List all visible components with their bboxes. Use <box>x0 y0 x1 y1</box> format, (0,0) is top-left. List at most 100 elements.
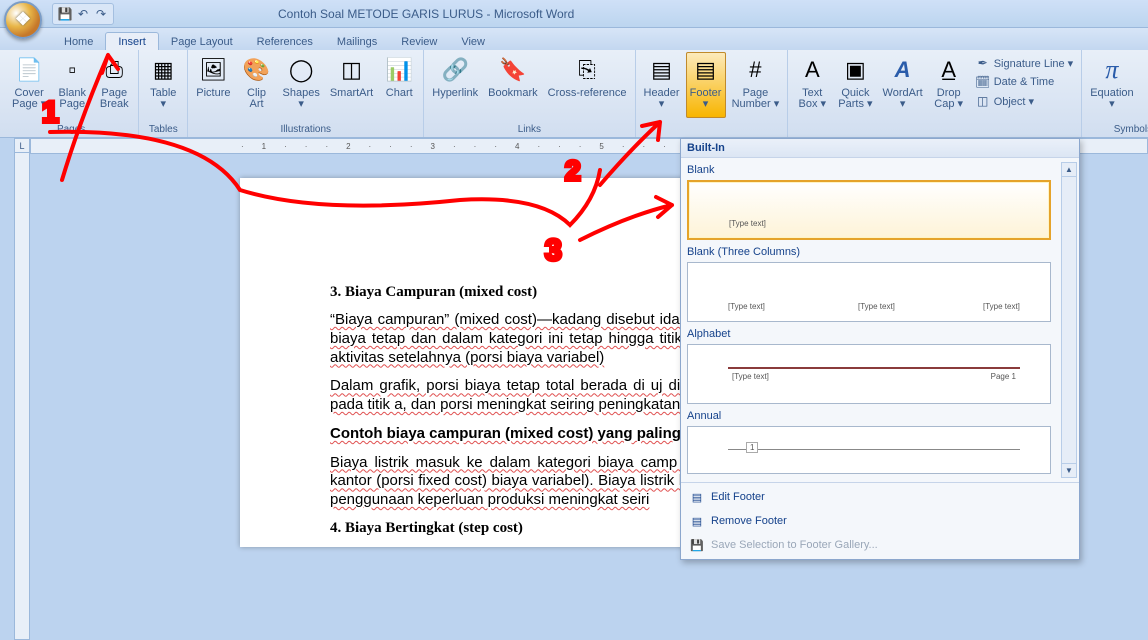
tab-references[interactable]: References <box>245 33 325 50</box>
equation-button[interactable]: πEquation ▾ <box>1086 52 1137 118</box>
smartart-icon: ◫ <box>336 54 368 86</box>
equation-icon: π <box>1096 54 1128 86</box>
gallery-item-alphabet[interactable]: [Type text] Page 1 <box>687 344 1051 404</box>
table-button[interactable]: ▦Table ▾ <box>143 52 183 118</box>
bookmark-icon: 🔖 <box>497 54 529 86</box>
quick-parts-button[interactable]: ▣Quick Parts ▾ <box>834 52 876 118</box>
header-icon: ▤ <box>646 54 678 86</box>
gallery-body: ▲ ▼ Blank [Type text] Blank (Three Colum… <box>681 158 1079 482</box>
ribbon-tabs: Home Insert Page Layout References Maili… <box>0 28 1148 50</box>
office-button[interactable]: ❖ <box>4 1 42 39</box>
gallery-item-label-annual: Annual <box>687 410 1073 422</box>
tab-view[interactable]: View <box>449 33 497 50</box>
gallery-item-annual[interactable]: 1 <box>687 426 1051 474</box>
placeholder-text: [Type text] <box>858 302 895 311</box>
page-indicator: Page 1 <box>991 372 1016 381</box>
document-area: L ·1···2···3···4···5···6···7···8 3. Biay… <box>0 138 1148 640</box>
gallery-scrollbar[interactable]: ▲ ▼ <box>1061 162 1077 478</box>
window-title: Contoh Soal METODE GARIS LURUS - Microso… <box>278 7 574 21</box>
header-button[interactable]: ▤Header ▾ <box>640 52 684 118</box>
blank-page-icon: ▫ <box>56 54 88 86</box>
clip-art-icon: 🎨 <box>241 54 273 86</box>
symbol-button[interactable]: ΩSym <box>1140 52 1148 118</box>
group-label-pages: Pages <box>8 123 134 137</box>
bookmark-button[interactable]: 🔖Bookmark <box>484 52 542 118</box>
tab-review[interactable]: Review <box>389 33 449 50</box>
group-label-illustrations: Illustrations <box>192 123 419 137</box>
group-tables: ▦Table ▾ Tables <box>139 50 188 137</box>
placeholder-text: [Type text] <box>728 302 765 311</box>
text-box-icon: A <box>796 54 828 86</box>
tab-mailings[interactable]: Mailings <box>325 33 389 50</box>
group-links: 🔗Hyperlink 🔖Bookmark ⎘Cross-reference Li… <box>424 50 635 137</box>
chart-button[interactable]: 📊Chart <box>379 52 419 118</box>
page-indicator: 1 <box>746 442 758 453</box>
date-icon: 🗓 <box>975 74 991 90</box>
qat-redo-icon[interactable]: ↷ <box>93 6 109 22</box>
smartart-button[interactable]: ◫SmartArt <box>326 52 377 118</box>
edit-footer-menu-item[interactable]: ▤Edit Footer <box>681 485 1079 509</box>
clip-art-button[interactable]: 🎨Clip Art <box>237 52 277 118</box>
ribbon: 📄Cover Page ▾ ▫Blank Page ⎙Page Break Pa… <box>0 50 1148 138</box>
footer-icon: ▤ <box>690 54 722 86</box>
tab-insert[interactable]: Insert <box>105 32 159 50</box>
page-break-button[interactable]: ⎙Page Break <box>94 52 134 118</box>
vertical-ruler[interactable] <box>14 152 30 640</box>
save-gallery-icon: 💾 <box>689 537 705 553</box>
cross-reference-button[interactable]: ⎘Cross-reference <box>544 52 631 118</box>
quick-parts-icon: ▣ <box>839 54 871 86</box>
gallery-item-label-blank: Blank <box>687 164 1073 176</box>
hyperlink-button[interactable]: 🔗Hyperlink <box>428 52 482 118</box>
cross-ref-icon: ⎘ <box>571 54 603 86</box>
gallery-item-blank[interactable]: [Type text] <box>687 180 1051 240</box>
gallery-item-blank-three-columns[interactable]: [Type text] [Type text] [Type text] <box>687 262 1051 322</box>
blank-page-button[interactable]: ▫Blank Page <box>52 52 92 118</box>
object-icon: ◫ <box>975 93 991 109</box>
shapes-icon: ◯ <box>285 54 317 86</box>
picture-button[interactable]: 🖼Picture <box>192 52 234 118</box>
placeholder-text: [Type text] <box>983 302 1020 311</box>
gallery-header: Built-In <box>681 139 1079 158</box>
signature-line-button[interactable]: ✒Signature Line ▾ <box>973 54 1076 72</box>
gallery-item-label-blank3: Blank (Three Columns) <box>687 246 1073 258</box>
group-header-footer: ▤Header ▾ ▤Footer ▾ #Page Number ▾ Heade… <box>636 50 789 137</box>
footer-button[interactable]: ▤Footer ▾ <box>686 52 726 118</box>
quick-access-toolbar: 💾 ↶ ↷ <box>52 3 114 25</box>
group-pages: 📄Cover Page ▾ ▫Blank Page ⎙Page Break Pa… <box>4 50 139 137</box>
placeholder-text: [Type text] <box>729 219 766 228</box>
save-to-gallery-menu-item: 💾Save Selection to Footer Gallery... <box>681 533 1079 557</box>
gallery-footer-menu: ▤Edit Footer ▤Remove Footer 💾Save Select… <box>681 482 1079 559</box>
remove-footer-icon: ▤ <box>689 513 705 529</box>
wordart-button[interactable]: AWordArt ▾ <box>879 52 927 118</box>
qat-save-icon[interactable]: 💾 <box>57 6 73 22</box>
footer-gallery-dropdown: Built-In ▲ ▼ Blank [Type text] Blank (Th… <box>680 138 1080 560</box>
wordart-icon: A <box>887 54 919 86</box>
cover-page-button[interactable]: 📄Cover Page ▾ <box>8 52 50 118</box>
tab-page-layout[interactable]: Page Layout <box>159 33 245 50</box>
page-number-button[interactable]: #Page Number ▾ <box>728 52 784 118</box>
gallery-item-label-alphabet: Alphabet <box>687 328 1073 340</box>
date-time-button[interactable]: 🗓Date & Time <box>973 73 1076 91</box>
group-label-links: Links <box>428 123 630 137</box>
group-text: AText Box ▾ ▣Quick Parts ▾ AWordArt ▾ A̲… <box>788 50 1082 137</box>
drop-cap-button[interactable]: A̲Drop Cap ▾ <box>929 52 969 118</box>
text-box-button[interactable]: AText Box ▾ <box>792 52 832 118</box>
group-symbols: πEquation ▾ ΩSym Symbols <box>1082 50 1148 137</box>
group-label-symbols: Symbols <box>1086 123 1148 137</box>
remove-footer-menu-item[interactable]: ▤Remove Footer <box>681 509 1079 533</box>
scroll-up-icon[interactable]: ▲ <box>1062 163 1076 177</box>
symbol-icon: Ω <box>1144 54 1148 86</box>
cover-page-icon: 📄 <box>13 54 45 86</box>
placeholder-text: [Type text] <box>732 372 769 381</box>
office-logo-icon: ❖ <box>15 9 31 30</box>
shapes-button[interactable]: ◯Shapes ▾ <box>279 52 324 118</box>
object-button[interactable]: ◫Object ▾ <box>973 92 1076 110</box>
tab-home[interactable]: Home <box>52 33 105 50</box>
qat-undo-icon[interactable]: ↶ <box>75 6 91 22</box>
hyperlink-icon: 🔗 <box>439 54 471 86</box>
page-number-icon: # <box>739 54 771 86</box>
signature-icon: ✒ <box>975 55 991 71</box>
scroll-down-icon[interactable]: ▼ <box>1062 463 1076 477</box>
group-label-tables: Tables <box>143 123 183 137</box>
drop-cap-icon: A̲ <box>933 54 965 86</box>
